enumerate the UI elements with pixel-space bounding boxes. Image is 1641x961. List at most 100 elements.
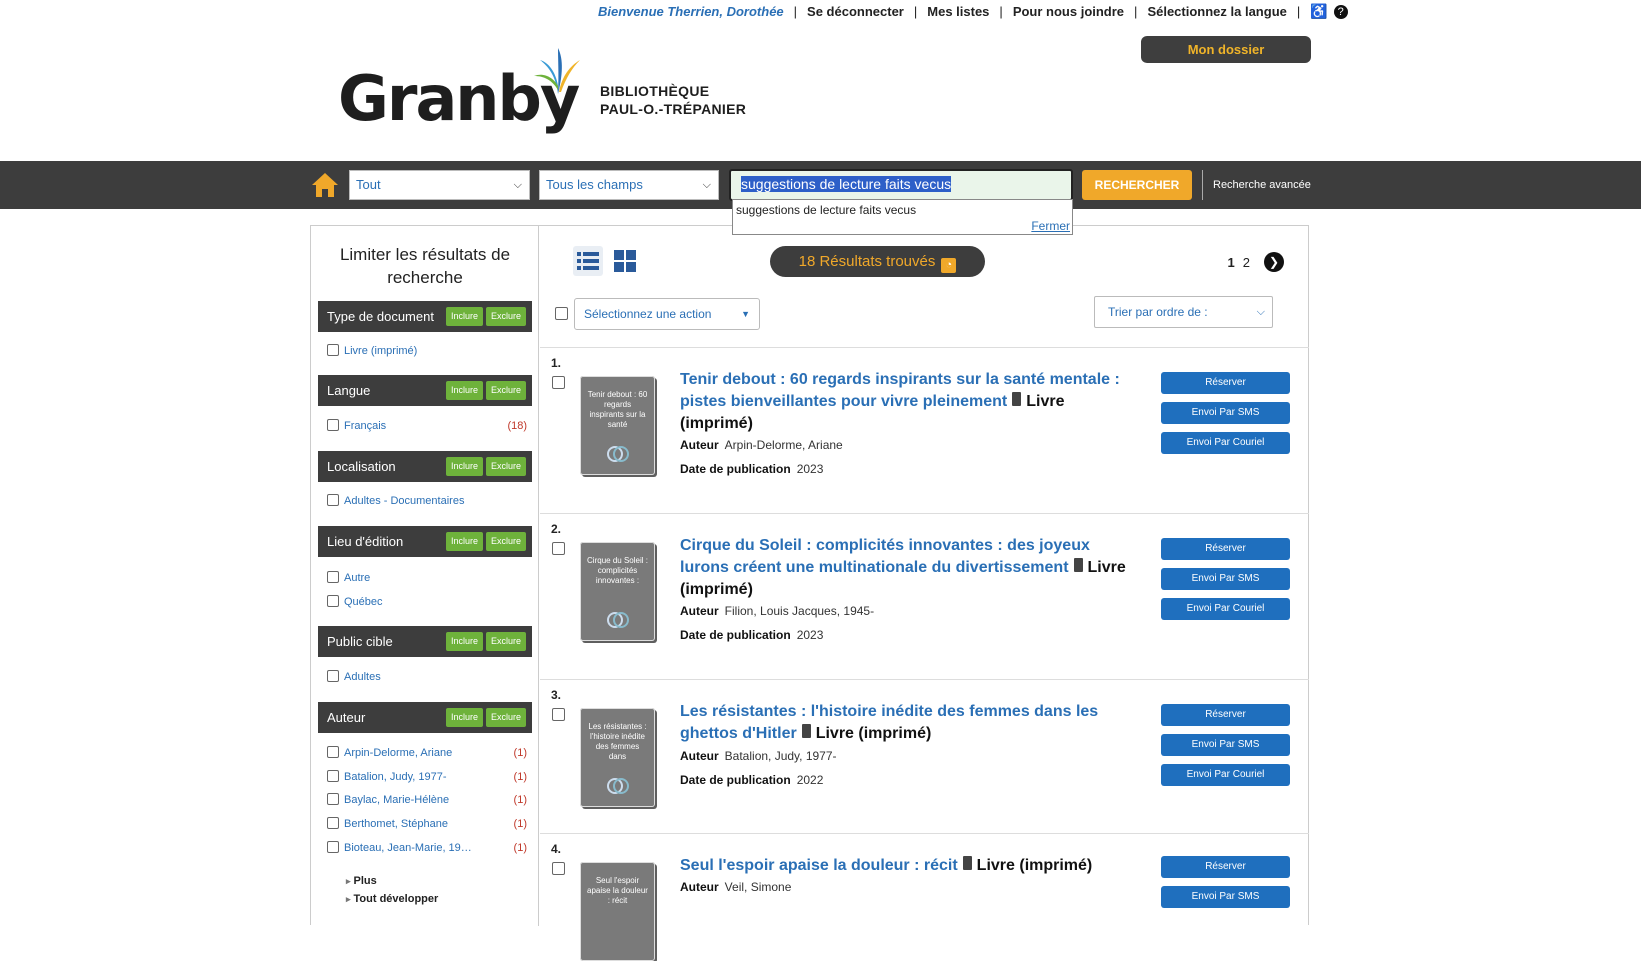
facet-header-type[interactable]: Type de document Inclure Exclure — [318, 301, 532, 332]
expand-all-link[interactable]: Tout développer — [346, 893, 439, 905]
facet-header-publication-place[interactable]: Lieu d'édition Inclure Exclure — [318, 526, 532, 557]
facet-header-audience[interactable]: Public cible Inclure Exclure — [318, 626, 532, 657]
author-value: Veil, Simone — [724, 880, 792, 894]
contact-link[interactable]: Pour nous joindre — [1013, 4, 1124, 19]
grid-view-button[interactable] — [610, 246, 640, 276]
facet-item[interactable]: Livre (imprimé) — [327, 343, 527, 359]
include-button[interactable]: Inclure — [445, 307, 483, 326]
send-sms-button[interactable]: Envoi Par SMS — [1161, 886, 1290, 908]
reserve-button[interactable]: Réserver — [1161, 856, 1290, 878]
field-select[interactable]: Tous les champs ⌵ — [539, 170, 719, 200]
book-cover[interactable]: Seul l'espoir apaise la douleur : récit — [580, 862, 655, 961]
autocomplete-close-link[interactable]: Fermer — [1031, 219, 1070, 233]
list-view-button[interactable] — [573, 246, 603, 276]
result-title[interactable]: Cirque du Soleil : complicités innovante… — [680, 535, 1130, 601]
action-select[interactable]: Sélectionnez une action ▼ — [574, 298, 760, 330]
accessibility-icon[interactable]: ♿ — [1310, 3, 1327, 20]
exclude-button[interactable]: Exclure — [485, 632, 526, 651]
facet-item[interactable]: Autre — [327, 570, 527, 586]
result-title[interactable]: Seul l'espoir apaise la douleur : récit L… — [680, 855, 1130, 877]
result-checkbox[interactable] — [552, 542, 565, 555]
facet-checkbox[interactable] — [327, 344, 339, 356]
facet-checkbox[interactable] — [327, 746, 339, 758]
facet-item[interactable]: Français (18) — [327, 418, 527, 434]
result-title[interactable]: Tenir debout : 60 regards inspirants sur… — [680, 369, 1130, 435]
facet-checkbox[interactable] — [327, 793, 339, 805]
result-title-text[interactable]: Cirque du Soleil : complicités innovante… — [680, 537, 1090, 576]
include-button[interactable]: Inclure — [445, 457, 483, 476]
facet-checkbox[interactable] — [327, 770, 339, 782]
result-number: 2. — [551, 522, 562, 536]
exclude-button[interactable]: Exclure — [485, 381, 526, 400]
include-button[interactable]: Inclure — [445, 708, 483, 727]
facet-item[interactable]: Batalion, Judy, 1977- (1) — [327, 769, 527, 785]
facet-item[interactable]: Baylac, Marie-Hélène (1) — [327, 792, 527, 808]
my-lists-link[interactable]: Mes listes — [927, 4, 989, 19]
result-checkbox[interactable] — [552, 376, 565, 389]
facet-item[interactable]: Adultes — [327, 669, 527, 685]
select-all-checkbox[interactable] — [555, 307, 568, 320]
help-icon[interactable]: ? — [1333, 4, 1348, 19]
book-cover[interactable]: Cirque du Soleil : complicités innovante… — [580, 542, 655, 641]
exclude-button[interactable]: Exclure — [485, 307, 526, 326]
send-sms-button[interactable]: Envoi Par SMS — [1161, 734, 1290, 756]
result-checkbox[interactable] — [552, 708, 565, 721]
search-button[interactable]: RECHERCHER — [1082, 170, 1192, 200]
facet-item[interactable]: Québec — [327, 594, 527, 610]
facet-checkbox[interactable] — [327, 595, 339, 607]
autocomplete-suggestion[interactable]: suggestions de lecture faits vecus — [736, 203, 916, 217]
page-1[interactable]: 1 — [1228, 255, 1235, 270]
result-title[interactable]: Les résistantes : l'histoire inédite des… — [680, 701, 1130, 745]
sort-select[interactable]: Trier par ordre de : ⌵ — [1094, 296, 1273, 328]
page-2[interactable]: 2 — [1243, 255, 1250, 270]
facet-item[interactable]: Adultes - Documentaires — [327, 493, 527, 509]
book-cover[interactable]: Tenir debout : 60 regards inspirants sur… — [580, 376, 655, 475]
facet-checkbox[interactable] — [327, 494, 339, 506]
facet-item[interactable]: Arpin-Delorme, Ariane (1) — [327, 745, 527, 761]
result-number: 3. — [551, 688, 562, 702]
more-link[interactable]: Plus — [346, 875, 377, 887]
send-email-button[interactable]: Envoi Par Couriel — [1161, 432, 1290, 454]
send-email-button[interactable]: Envoi Par Couriel — [1161, 598, 1290, 620]
home-icon[interactable] — [310, 171, 340, 199]
facet-checkbox[interactable] — [327, 571, 339, 583]
facet-checkbox[interactable] — [327, 419, 339, 431]
book-cover[interactable]: Les résistantes : l'histoire inédite des… — [580, 708, 655, 807]
book-icon — [1073, 558, 1083, 572]
include-button[interactable]: Inclure — [445, 381, 483, 400]
facet-checkbox[interactable] — [327, 670, 339, 682]
facet-item[interactable]: Bioteau, Jean-Marie, 19… (1) — [327, 840, 527, 856]
facet-item[interactable]: Berthomet, Stéphane (1) — [327, 816, 527, 832]
next-page-icon[interactable]: ❯ — [1264, 252, 1284, 272]
result-title-text[interactable]: Seul l'espoir apaise la douleur : récit — [680, 857, 958, 874]
advanced-search-link[interactable]: Recherche avancée — [1202, 170, 1311, 200]
facet-header-location[interactable]: Localisation Inclure Exclure — [318, 451, 532, 482]
include-button[interactable]: Inclure — [445, 632, 483, 651]
reserve-button[interactable]: Réserver — [1161, 538, 1290, 560]
result-item: 2. Cirque du Soleil : complicités innova… — [540, 513, 1309, 673]
language-link[interactable]: Sélectionnez la langue — [1147, 4, 1286, 19]
my-account-button[interactable]: Mon dossier — [1141, 36, 1311, 63]
search-input[interactable]: suggestions de lecture faits vecus — [729, 169, 1073, 201]
exclude-button[interactable]: Exclure — [485, 708, 526, 727]
facet-header-author[interactable]: Auteur Inclure Exclure — [318, 702, 532, 733]
send-sms-button[interactable]: Envoi Par SMS — [1161, 568, 1290, 590]
exclude-button[interactable]: Exclure — [485, 457, 526, 476]
facet-checkbox[interactable] — [327, 841, 339, 853]
scope-select[interactable]: Tout ⌵ — [349, 170, 530, 200]
include-button[interactable]: Inclure — [445, 532, 483, 551]
rss-icon[interactable]: ◔ — [941, 258, 957, 273]
logout-link[interactable]: Se déconnecter — [807, 4, 904, 19]
author-label: Auteur — [680, 438, 719, 452]
result-item: 4. Seul l'espoir apaise la douleur : réc… — [540, 833, 1309, 961]
facet-header-language[interactable]: Langue Inclure Exclure — [318, 375, 532, 406]
result-checkbox[interactable] — [552, 862, 565, 875]
send-email-button[interactable]: Envoi Par Couriel — [1161, 764, 1290, 786]
result-format: Livre (imprimé) — [815, 725, 932, 742]
facet-checkbox[interactable] — [327, 817, 339, 829]
send-sms-button[interactable]: Envoi Par SMS — [1161, 402, 1290, 424]
exclude-button[interactable]: Exclure — [485, 532, 526, 551]
reserve-button[interactable]: Réserver — [1161, 704, 1290, 726]
list-view-icon — [577, 252, 599, 270]
reserve-button[interactable]: Réserver — [1161, 372, 1290, 394]
